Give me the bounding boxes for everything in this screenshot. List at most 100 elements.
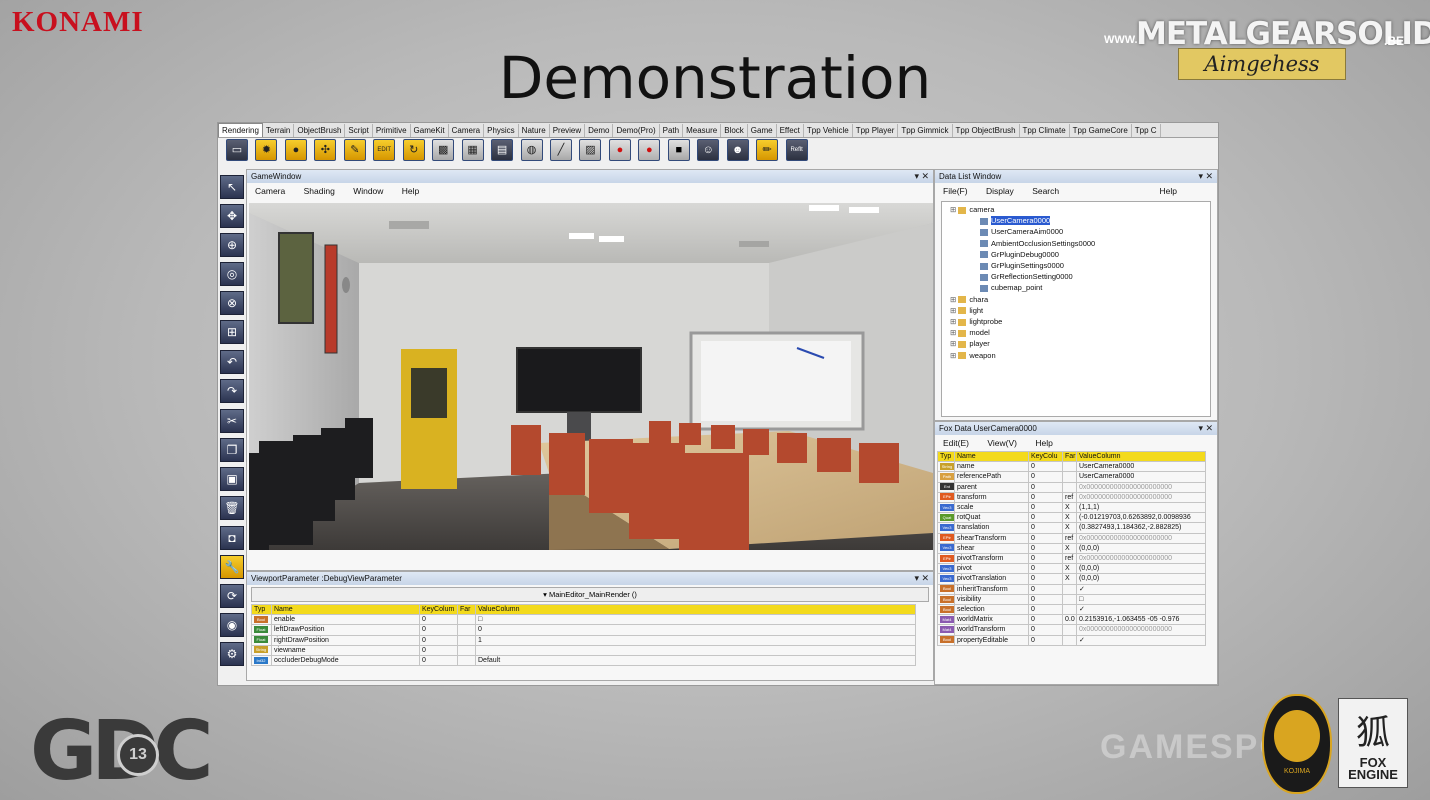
grid-icon[interactable]: ▤ xyxy=(491,139,514,161)
cell-value[interactable]: □ xyxy=(475,614,916,626)
tab-tpp-objectbrush[interactable]: Tpp ObjectBrush xyxy=(953,124,1020,137)
table-row[interactable]: EPtr pivotTransform 0 ref 0x0000000000000000… xyxy=(937,553,1206,565)
table-row[interactable]: Quat rotQuat 0 X (-0.01219703,0.6263892,0.00… xyxy=(937,512,1206,524)
menu-file[interactable]: File(F) xyxy=(943,186,968,196)
sun-light-icon[interactable]: ✹ xyxy=(255,139,278,161)
bulb-light-icon[interactable]: ● xyxy=(284,139,307,161)
table-row[interactable]: Bool enable 0 □ xyxy=(251,614,916,626)
tab-game[interactable]: Game xyxy=(748,124,777,137)
cell-value[interactable]: 0x0000000000000000000000 xyxy=(1076,491,1206,504)
tree-item[interactable]: ⊞ weapon xyxy=(946,350,1206,361)
tree-item[interactable]: UserCamera0000 xyxy=(946,215,1206,226)
gamepad-icon[interactable]: ◘ xyxy=(220,526,244,550)
cell-value[interactable]: 0 xyxy=(475,624,916,636)
menu-camera[interactable]: Camera xyxy=(255,186,285,196)
cell-value[interactable]: (0.3827493,1.184362,-2.882825) xyxy=(1076,522,1206,534)
tree-item[interactable]: AmbientOcclusionSettings0000 xyxy=(946,238,1206,249)
table-row[interactable]: Bool propertyEditable 0 ✓ xyxy=(937,634,1206,646)
table-row[interactable]: Ent parent 0 0x0000000000000000000000 xyxy=(937,481,1206,493)
menu-view[interactable]: View(V) xyxy=(987,438,1017,448)
undo-icon[interactable]: ↶ xyxy=(220,350,244,374)
table-row[interactable]: Vec3 shear 0 X (0,0,0) xyxy=(937,542,1206,555)
cell-value[interactable]: 0x0000000000000000000000 xyxy=(1076,624,1206,636)
table-row[interactable]: EPtr shearTransform 0 ref 0x0000000000000000… xyxy=(937,532,1206,544)
cell-value[interactable]: ✓ xyxy=(1076,604,1206,616)
table-row[interactable]: Int32 occluderDebugMode 0 Default xyxy=(251,655,916,667)
cell-value[interactable]: 0x0000000000000000000000 xyxy=(1076,532,1206,544)
copy-icon[interactable]: ❐ xyxy=(220,438,244,462)
tab-path[interactable]: Path xyxy=(660,124,684,137)
tab-demo[interactable]: Demo xyxy=(585,124,614,137)
expander-icon[interactable]: ⊞ xyxy=(950,295,958,304)
tab-tpp-climate[interactable]: Tpp Climate xyxy=(1020,124,1070,137)
tab-terrain[interactable]: Terrain xyxy=(263,124,295,137)
cell-value[interactable]: 0x0000000000000000000000 xyxy=(1076,481,1206,493)
menu-display[interactable]: Display xyxy=(986,186,1014,196)
brush-icon[interactable]: ✎ xyxy=(343,139,366,161)
rotate-icon[interactable]: ⊕ xyxy=(220,233,244,257)
table-row[interactable]: Vec3 translation 0 X (0.3827493,1.184362,-2.… xyxy=(937,522,1206,534)
texture-icon[interactable]: ▨ xyxy=(579,139,602,161)
cell-value[interactable]: UserCamera0000 xyxy=(1076,471,1206,483)
snap-icon[interactable]: ⊞ xyxy=(220,320,244,344)
capture-icon[interactable]: ◉ xyxy=(220,613,244,637)
tab-objectbrush[interactable]: ObjectBrush xyxy=(294,124,346,137)
orbit-icon[interactable]: ◎ xyxy=(220,262,244,286)
expander-icon[interactable]: ⊞ xyxy=(950,306,958,315)
render-view-icon[interactable]: ▭ xyxy=(226,139,248,161)
tab-effect[interactable]: Effect xyxy=(777,124,804,137)
tab-rendering[interactable]: Rendering xyxy=(218,123,263,137)
3d-viewport[interactable] xyxy=(249,203,933,550)
line-tool-icon[interactable]: ╱ xyxy=(549,139,572,161)
pin-close-icon[interactable]: ▾ ✕ xyxy=(914,170,929,183)
cut-icon[interactable]: ✂ xyxy=(220,409,244,433)
cell-value[interactable]: □ xyxy=(1076,593,1206,606)
table-row[interactable]: Mat4 worldTransform 0 0x0000000000000000000… xyxy=(937,624,1206,636)
record-icon[interactable]: ● xyxy=(608,139,631,161)
tab-tpp-vehicle[interactable]: Tpp Vehicle xyxy=(804,124,853,137)
character-alt-icon[interactable]: ☻ xyxy=(726,139,749,161)
tree-item[interactable]: ⊞ player xyxy=(946,338,1206,349)
expander-icon[interactable]: ⊞ xyxy=(950,339,958,348)
tab-gamekit[interactable]: GameKit xyxy=(411,124,449,137)
stop-icon[interactable]: ■ xyxy=(667,139,690,161)
cell-value[interactable]: (0,0,0) xyxy=(1076,542,1206,555)
move-icon[interactable]: ✥ xyxy=(220,204,244,228)
menu-search[interactable]: Search xyxy=(1032,186,1059,196)
tree-item[interactable]: GrPluginDebug0000 xyxy=(946,249,1206,260)
tab-nature[interactable]: Nature xyxy=(519,124,550,137)
tab-measure[interactable]: Measure xyxy=(683,124,722,137)
expander-icon[interactable]: ⊞ xyxy=(950,328,958,337)
menu-window[interactable]: Window xyxy=(353,186,383,196)
menu-help[interactable]: Help xyxy=(402,186,419,196)
tree-item[interactable]: ⊞ chara xyxy=(946,294,1206,305)
table-row[interactable]: EPtr transform 0 ref 0x000000000000000000000… xyxy=(937,491,1206,504)
tab-block[interactable]: Block xyxy=(721,124,748,137)
table-row[interactable]: String viewname 0 xyxy=(251,644,916,657)
cell-value[interactable]: ✓ xyxy=(1076,634,1206,646)
tab-camera[interactable]: Camera xyxy=(449,124,485,137)
reflection-button[interactable]: Reflt xyxy=(785,139,808,161)
tree-item[interactable]: GrPluginSettings0000 xyxy=(946,260,1206,271)
table-row[interactable]: Vec3 scale 0 X (1,1,1) xyxy=(937,502,1206,514)
sphere-icon[interactable]: ◍ xyxy=(520,139,543,161)
pin-close-icon[interactable]: ▾ ✕ xyxy=(1198,422,1213,435)
cell-value[interactable]: 0x0000000000000000000000 xyxy=(1076,553,1206,565)
table-row[interactable]: Path referencePath 0 UserCamera0000 xyxy=(937,471,1206,483)
table-row[interactable]: Vec3 pivotTranslation 0 X (0,0,0) xyxy=(937,573,1206,585)
tree-item[interactable]: ⊞ light xyxy=(946,305,1206,316)
menu-help[interactable]: Help xyxy=(1035,438,1052,448)
cell-value[interactable]: UserCamera0000 xyxy=(1076,461,1206,473)
cell-value[interactable]: 0.2153916,-1.063455 -05 -0.976 xyxy=(1076,614,1206,626)
cell-value[interactable]: ✓ xyxy=(1076,583,1206,595)
fan-icon[interactable]: ✣ xyxy=(314,139,337,161)
cell-value[interactable]: (1,1,1) xyxy=(1076,502,1206,514)
expander-icon[interactable]: ⊞ xyxy=(950,351,958,360)
tree-item[interactable]: UserCameraAim0000 xyxy=(946,226,1206,237)
table-row[interactable]: Mat4 worldMatrix 0 0.0 0.2153916,-1.063455 -… xyxy=(937,614,1206,626)
checker-icon[interactable]: ▦ xyxy=(461,139,484,161)
table-row[interactable]: Bool inheritTransform 0 ✓ xyxy=(937,583,1206,595)
paste-icon[interactable]: ▣ xyxy=(220,467,244,491)
edit-icon[interactable]: EDIT xyxy=(373,139,396,161)
viewport-parameter-subheader[interactable]: ▾ MainEditor_MainRender () xyxy=(251,587,929,602)
